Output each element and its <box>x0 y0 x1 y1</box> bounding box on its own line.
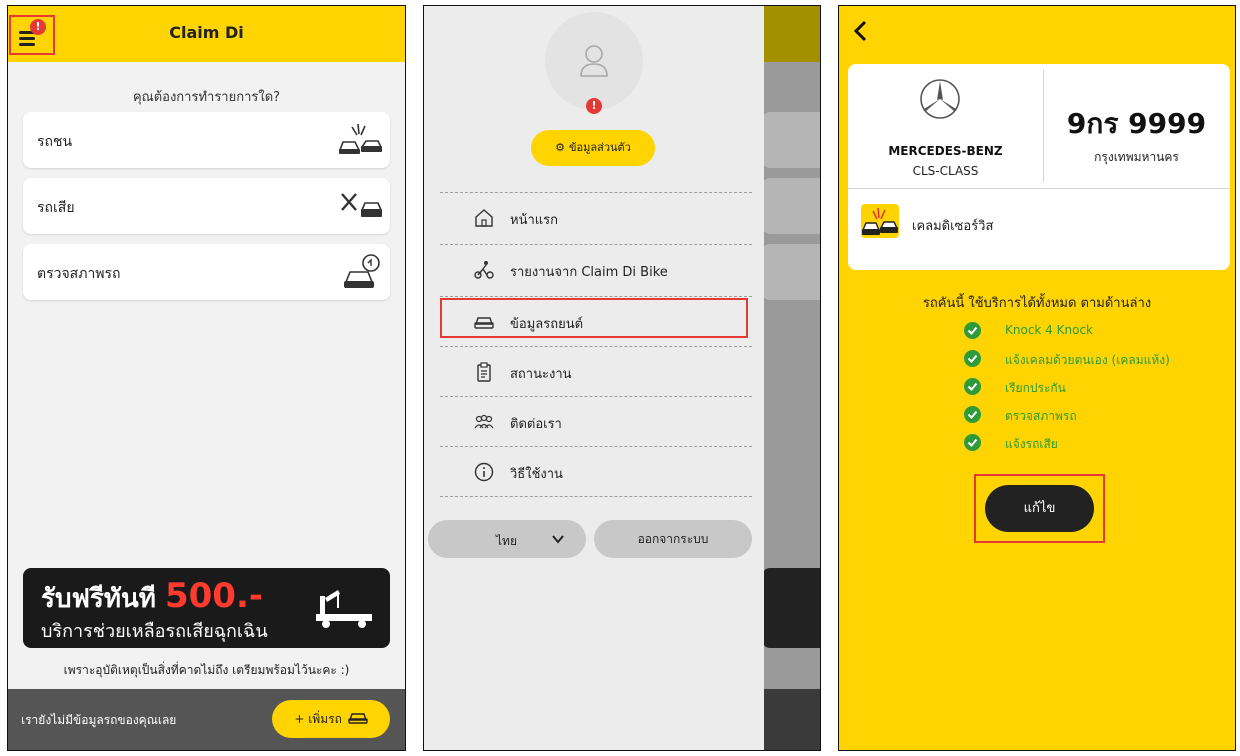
service-question: คุณต้องการทำรายการใด? <box>132 90 281 105</box>
service-car-inspection[interactable]: ตรวจสภาพรถ <box>23 244 390 300</box>
car-info-card[interactable]: MERCEDES-BENZ CLS-CLASS 9กร 9999 กรุงเทพ… <box>848 64 1230 270</box>
promo-amount: 500.- <box>164 576 263 616</box>
service-label: รถชน <box>37 134 73 150</box>
logout-button[interactable]: ออกจากระบบ <box>594 520 752 558</box>
menu-item-job-status[interactable]: สถานะงาน <box>424 346 764 396</box>
app-title: Claim Di <box>169 23 244 42</box>
check-circle-icon <box>964 406 981 423</box>
menu-item-how-to[interactable]: วิธีใช้งาน <box>424 446 764 496</box>
claim-service-label: เคลมดิเซอร์วิส <box>912 219 994 234</box>
back-arrow-icon[interactable] <box>851 20 871 42</box>
profile-button[interactable]: ⚙ ข้อมูลส่วนตัว <box>531 130 655 166</box>
car-crash-icon <box>338 123 382 154</box>
clipboard-icon <box>477 362 491 382</box>
car-model: CLS-CLASS <box>912 164 979 178</box>
claim-service-icon <box>861 204 899 238</box>
avatar[interactable]: ! <box>545 12 643 114</box>
safety-footnote: เพราะอุบัติเหตุเป็นสิ่งที่คาดไม่ถึง เตรี… <box>63 663 350 677</box>
car-icon <box>347 713 368 724</box>
user-icon <box>580 45 608 77</box>
edit-button[interactable]: แก้ไข <box>985 485 1094 532</box>
menu-item-bike-report[interactable]: รายงานจาก Claim Di Bike <box>424 244 764 294</box>
dimmed-background[interactable] <box>762 6 820 750</box>
people-icon <box>474 414 494 429</box>
service-car-breakdown[interactable]: รถเสีย <box>23 178 390 234</box>
license-plate: 9กร 9999 <box>1066 107 1207 140</box>
mercedes-logo-icon <box>920 79 960 119</box>
side-drawer: ! ⚙ ข้อมูลส่วนตัว หน้าแรก รายงานจาก Claim… <box>424 6 764 750</box>
check-circle-icon <box>964 434 981 451</box>
available-services-heading: รถคันนี้ ใช้บริการได้ทั้งหมด ตามด้านล่าง <box>922 296 1152 311</box>
car-repair-icon <box>341 193 382 217</box>
promo-subline: บริการช่วยเหลือรถเสียฉุกเฉิน <box>41 621 268 642</box>
check-circle-icon <box>964 378 981 395</box>
add-car-button[interactable]: + เพิ่มรถ <box>272 700 390 738</box>
menu-divider <box>424 496 764 498</box>
car-inspection-icon <box>344 254 380 288</box>
highlight-car-info <box>440 298 748 338</box>
home-icon <box>475 209 493 227</box>
car-brand: MERCEDES-BENZ <box>888 144 1003 158</box>
bike-icon <box>474 261 494 279</box>
roadside-promo-banner[interactable]: รับฟรีทันที 500.- บริการช่วยเหลือรถเสียฉ… <box>23 568 390 648</box>
service-label: รถเสีย <box>37 200 75 216</box>
chevron-down-icon <box>552 535 564 544</box>
plate-province: กรุงเทพมหานคร <box>1094 150 1179 164</box>
no-car-message: เรายังไม่มีข้อมูลรถของคุณเลย <box>21 713 177 727</box>
side-menu-screen: ! ⚙ ข้อมูลส่วนตัว หน้าแรก รายงานจาก Claim… <box>423 5 821 751</box>
check-circle-icon <box>964 322 981 339</box>
tow-truck-icon <box>316 590 372 628</box>
promo-headline: รับฟรีทันที 500.- <box>41 576 263 616</box>
bottom-bar: เรายังไม่มีข้อมูลรถของคุณเลย + เพิ่มรถ <box>8 689 405 750</box>
home-screen: ! Claim Di คุณต้องการทำรายการใด? รถชน รถ… <box>7 5 406 751</box>
service-car-crash[interactable]: รถชน <box>23 112 390 168</box>
gear-icon: ⚙ <box>555 141 565 154</box>
car-detail-screen: MERCEDES-BENZ CLS-CLASS 9กร 9999 กรุงเทพ… <box>838 5 1236 751</box>
highlight-edit: แก้ไข <box>974 474 1105 543</box>
language-value: ไทย <box>496 534 517 548</box>
service-label: ตรวจสภาพรถ <box>37 266 121 282</box>
info-icon <box>474 462 494 482</box>
language-select[interactable]: ไทย <box>428 520 586 558</box>
alert-badge-icon: ! <box>586 98 602 114</box>
menu-item-contact[interactable]: ติดต่อเรา <box>424 396 764 446</box>
check-circle-icon <box>964 350 981 367</box>
app-header: ! Claim Di <box>8 6 405 62</box>
menu-item-home[interactable]: หน้าแรก <box>424 192 764 242</box>
